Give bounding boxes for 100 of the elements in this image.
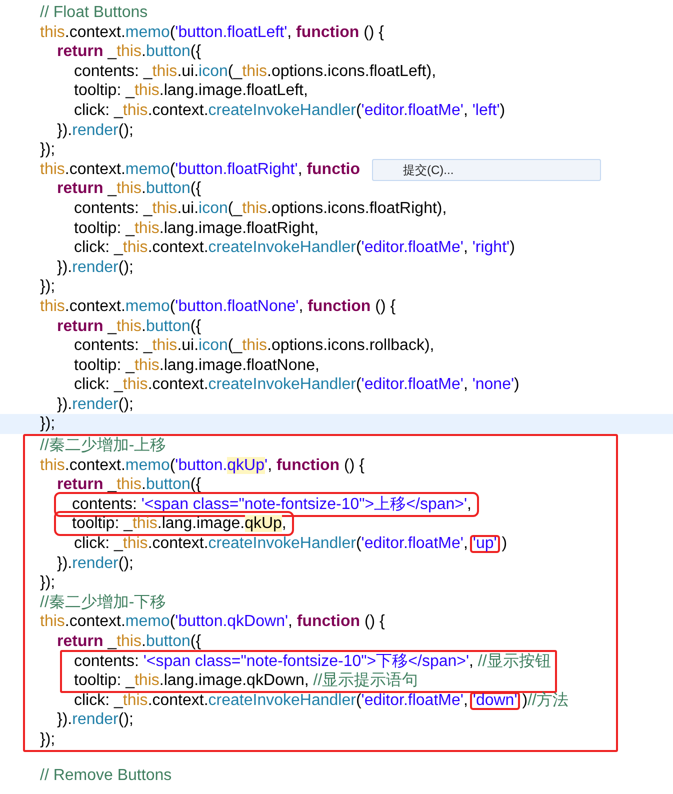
code-string: 'editor.floatMe' [361,239,464,256]
code-text: (_ [228,62,242,80]
code-text: ) [514,376,520,394]
code-method: memo [125,298,170,315]
code-method: render [72,711,118,728]
code-string: 'button. [175,456,228,474]
code-text: () { [374,298,396,315]
code-string: '<span class="note-fontsize-10">上移</span>' [141,496,468,513]
code-keyword: this [134,672,160,690]
code-text: tooltip: _ [74,356,134,374]
code-text: () { [362,24,384,41]
code-string: 'editor.floatMe' [361,692,464,709]
code-string: 'left' [472,102,500,119]
code-keyword: return [57,476,104,494]
code-comment: // Remove Buttons [40,766,172,784]
code-string: 'right' [472,239,510,256]
code-text: (); [118,396,134,413]
context-menu-item[interactable]: 提交(C)... [372,158,601,181]
code-text: .ui. [177,337,199,354]
code-string: 'button.floatLeft' [175,24,288,41]
code-text: }). [57,711,72,728]
code-text: .context. [64,456,126,474]
code-method: icon [198,200,228,217]
code-text: .ui. [177,200,199,217]
code-keyword: this [116,43,142,60]
code-text: .lang.image.qkDown, [159,672,310,690]
code-text: , [287,24,293,41]
code-text: ( [356,102,362,119]
code-text: tooltip: _ [72,515,132,532]
code-text: ( [170,613,176,630]
code-method: memo [125,160,170,178]
code-text: .options.icons.floatLeft), [267,62,436,80]
code-keyword: function [296,613,360,630]
code-text: . [141,476,146,494]
code-keyword: this [40,613,65,630]
code-text: , [298,298,304,315]
code-text: .options.icons.rollback), [267,337,434,354]
code-keyword: this [134,356,160,374]
code-text: , [463,239,469,256]
code-text: _ [106,180,117,198]
code-keyword: this [40,456,65,474]
code-keyword: this [40,298,65,315]
code-text: .lang.image. [157,515,245,532]
code-method: createInvokeHandler [208,535,356,552]
code-string: 'editor.floatMe' [361,102,464,119]
code-text: ) [510,239,515,256]
code-string: 'button.floatNone' [175,298,299,315]
code-text: _ [106,633,117,650]
code-text: ({ [190,476,202,494]
code-text: ( [170,456,176,474]
code-text: click: _ [74,692,123,709]
code-keyword: this [122,239,148,256]
code-text: tooltip: _ [74,220,134,237]
code-text: () { [343,456,364,474]
code-text: , [463,535,468,552]
code-string: 'button.floatRight' [175,160,298,178]
code-text: ({ [190,318,202,334]
code-text: contents: _ [74,200,152,217]
code-text: tooltip: _ [74,82,134,100]
code-text: }); [40,730,56,748]
code-text: . [141,633,146,650]
code-text: (); [118,711,134,728]
code-text: .context. [148,535,208,552]
code-text: , [268,456,274,474]
code-method: button [146,180,190,198]
code-text: contents: _ [74,62,152,80]
code-text: contents: _ [74,337,152,354]
code-text: ( [356,692,362,709]
code-text: .context. [148,692,208,709]
code-text: , [469,652,474,670]
code-comment: //方法 [528,692,568,709]
code-method: memo [125,613,170,630]
code-text: .lang.image.floatRight, [159,220,319,237]
code-text: . [141,318,146,334]
code-text: }); [40,574,56,592]
code-keyword: this [122,102,148,119]
code-string: 'button.qkDown' [175,613,288,630]
code-method: icon [198,62,228,80]
code-text: }); [40,278,56,296]
code-method: memo [125,456,170,474]
code-text: .context. [64,160,126,178]
code-text: . [141,180,146,198]
code-text: , [288,613,294,630]
code-keyword: this [116,633,142,650]
code-text: ) [522,692,528,709]
code-text: click: _ [74,239,123,256]
code-text: ( [170,160,176,178]
code-text: _ [106,43,117,60]
code-method: render [72,122,118,139]
code-text: (); [118,258,134,276]
code-keyword: this [116,476,142,494]
code-text: , [463,692,468,709]
code-keyword: functio [306,160,360,178]
code-keyword: this [152,62,178,80]
code-keyword: this [122,535,148,552]
code-method: render [72,554,118,572]
code-text: (); [118,554,134,572]
code-method: createInvokeHandler [208,102,356,119]
code-method: createInvokeHandler [208,692,356,709]
code-keyword: return [57,43,104,60]
